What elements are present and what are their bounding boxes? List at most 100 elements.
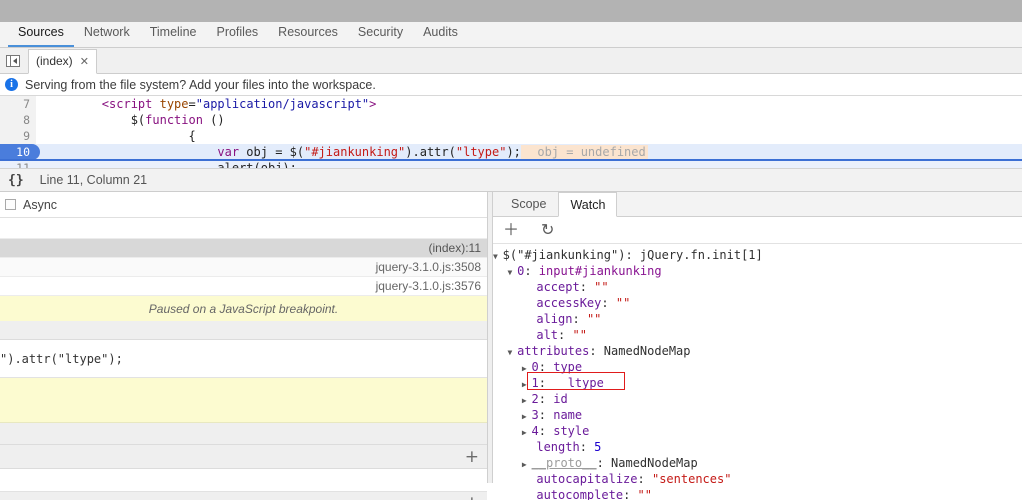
tree-token: ltype: [567, 376, 604, 390]
chevron-down-icon[interactable]: ▼: [507, 348, 517, 357]
close-icon[interactable]: ✕: [80, 55, 89, 68]
tree-token: :: [558, 328, 573, 342]
tab-audits[interactable]: Audits: [413, 22, 468, 47]
navigator-toggle-icon[interactable]: [6, 54, 20, 67]
info-icon: i: [5, 78, 18, 91]
code-token: (: [448, 145, 456, 159]
lower-split: Async (index):11 jquery-3.1.0.js:3508 jque…: [0, 192, 1022, 500]
tree-row[interactable]: ▶ 1: ltype: [493, 375, 1022, 391]
code-token: {: [44, 129, 196, 143]
tree-token: NamedNodeMap: [611, 456, 698, 470]
chevron-right-icon[interactable]: ▶: [522, 412, 532, 421]
chevron-down-icon[interactable]: ▼: [493, 252, 503, 261]
code-token: (): [202, 113, 225, 127]
chevron-right-icon[interactable]: ▶: [522, 460, 532, 469]
tree-token: :: [625, 248, 640, 262]
chevron-down-icon[interactable]: ▼: [507, 268, 517, 277]
add-watch-icon[interactable]: ＋: [503, 222, 519, 238]
tree-token: "sentences": [651, 472, 732, 486]
add-button-2[interactable]: +: [465, 494, 479, 500]
code-token: type: [159, 97, 189, 111]
tab-resources[interactable]: Resources: [268, 22, 348, 47]
code-token: "#jiankunking": [304, 145, 406, 159]
chevron-right-icon[interactable]: ▶: [522, 380, 532, 389]
tree-token: :: [637, 472, 652, 486]
code-editor[interactable]: 7 <script type="application/javascript">…: [0, 96, 1022, 168]
chevron-right-icon[interactable]: ▶: [522, 428, 532, 437]
tree-token: __proto__: [531, 456, 597, 470]
tree-no-icon: [522, 440, 536, 454]
add-button-1[interactable]: +: [465, 448, 479, 465]
tree-token: :: [579, 440, 595, 454]
watch-expression-tree[interactable]: ▼ $("#jiankunking"): jQuery.fn.init[1] ▼…: [493, 244, 1022, 500]
tree-row[interactable]: autocapitalize: "sentences": [493, 471, 1022, 487]
tree-token: input#jiankunking: [538, 264, 662, 278]
tree-row[interactable]: ▶ 4: style: [493, 423, 1022, 439]
tree-token: :: [623, 488, 638, 500]
section-divider-1: [0, 321, 487, 340]
async-row[interactable]: Async: [0, 192, 487, 218]
tree-row[interactable]: accept: "": [493, 279, 1022, 295]
code-token: attr: [419, 145, 449, 159]
tree-token: :: [601, 296, 616, 310]
tree-row[interactable]: accessKey: "": [493, 295, 1022, 311]
watch-tab-scope[interactable]: Scope: [499, 192, 558, 216]
pretty-print-icon[interactable]: {}: [8, 173, 24, 188]
tree-row[interactable]: align: "": [493, 311, 1022, 327]
call-stack-row[interactable]: jquery-3.1.0.js:3508: [0, 258, 487, 277]
tree-row[interactable]: ▶ 2: id: [493, 391, 1022, 407]
tree-token: :: [538, 424, 554, 438]
refresh-icon[interactable]: ↻: [541, 222, 554, 238]
watch-panel-tabs[interactable]: Scope Watch: [493, 192, 1022, 217]
line-number[interactable]: 10: [0, 144, 30, 160]
section-header-3[interactable]: +: [0, 492, 487, 500]
tree-token: :: [589, 344, 604, 358]
tab-sources[interactable]: Sources: [8, 22, 74, 47]
file-tab-index[interactable]: (index) ✕: [28, 48, 97, 74]
line-number[interactable]: 11: [0, 160, 30, 168]
watch-toolbar: ＋ ↻: [493, 217, 1022, 244]
tree-row[interactable]: length: 5: [493, 439, 1022, 455]
tree-no-icon: [522, 312, 536, 326]
chevron-right-icon[interactable]: ▶: [522, 396, 532, 405]
tab-timeline[interactable]: Timeline: [140, 22, 207, 47]
line-code: $(function (): [44, 112, 225, 128]
watch-tab-watch[interactable]: Watch: [558, 192, 618, 217]
async-label: Async: [23, 197, 58, 212]
tree-no-icon: [522, 296, 536, 310]
tree-row[interactable]: alt: "": [493, 327, 1022, 343]
line-number[interactable]: 7: [0, 96, 30, 112]
tree-row[interactable]: ▶ 0: type: [493, 359, 1022, 375]
async-checkbox[interactable]: [5, 199, 16, 210]
chevron-right-icon[interactable]: ▶: [522, 364, 532, 373]
line-code: alert(obj);: [44, 160, 296, 168]
line-number[interactable]: 8: [0, 112, 30, 128]
line-number[interactable]: 9: [0, 128, 30, 144]
tree-row[interactable]: ▶ __proto__: NamedNodeMap: [493, 455, 1022, 471]
tab-profiles[interactable]: Profiles: [206, 22, 268, 47]
tree-row[interactable]: ▼ $("#jiankunking"): jQuery.fn.init[1]: [493, 247, 1022, 263]
callstack-spacer: [0, 218, 487, 239]
tree-token: accessKey: [536, 296, 602, 310]
call-stack-row[interactable]: (index):11: [0, 239, 487, 258]
section-header-1[interactable]: [0, 423, 487, 445]
tree-row[interactable]: ▼ 0: input#jiankunking: [493, 263, 1022, 279]
section-header-2[interactable]: +: [0, 445, 487, 469]
tab-network[interactable]: Network: [74, 22, 140, 47]
tree-token: 3: [531, 408, 539, 422]
call-stack-list: (index):11 jquery-3.1.0.js:3508 jquery-3.1…: [0, 239, 487, 296]
tab-security[interactable]: Security: [348, 22, 413, 47]
tree-row[interactable]: ▶ 3: name: [493, 407, 1022, 423]
tree-token: :: [524, 264, 539, 278]
tree-row[interactable]: ▼ attributes: NamedNodeMap: [493, 343, 1022, 359]
call-stack-row[interactable]: jquery-3.1.0.js:3576: [0, 277, 487, 296]
devtools-main-tabbar[interactable]: Sources Network Timeline Profiles Resources S…: [0, 22, 1022, 48]
tree-row[interactable]: autocomplete: "": [493, 487, 1022, 500]
